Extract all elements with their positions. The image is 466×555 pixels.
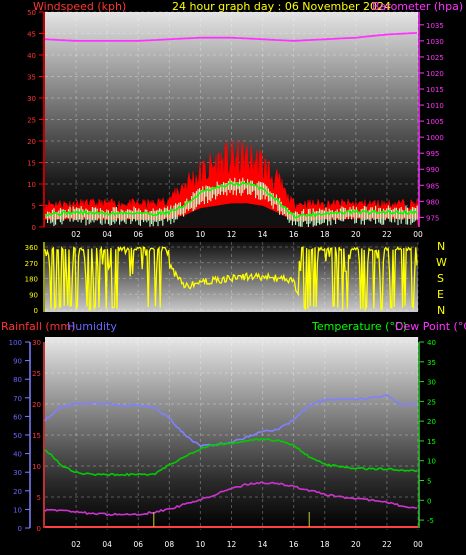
humidity-y-tick-label: 0 — [18, 525, 22, 533]
humidity-y-tick-label: 10 — [13, 506, 22, 514]
wind-x-tick-label: 12 — [227, 230, 237, 239]
humidity-y-tick-label: 30 — [13, 469, 22, 477]
wind-x-tick-label: 18 — [320, 230, 330, 239]
rainfall-y-tick-label: 30 — [32, 339, 41, 347]
wind-y-tick-label: 10 — [27, 181, 36, 189]
barometer-y-tick-label: 1030 — [426, 38, 444, 46]
rainfall-y-tick-label: 5 — [37, 494, 41, 502]
barometer-y-tick-label: 995 — [426, 150, 439, 158]
wind-x-tick-label: 00 — [413, 230, 423, 239]
temperature-y-tick-label: 15 — [427, 438, 436, 446]
temp-x-tick-label: 14 — [258, 540, 268, 549]
compass-w: W — [436, 256, 447, 269]
temperature-y-tick-label: 20 — [427, 418, 436, 426]
rainfall-y-tick-label: 0 — [37, 525, 41, 533]
wind-y-tick-label: 30 — [27, 95, 36, 103]
wind-y-tick-label: 40 — [27, 52, 36, 60]
temperature-y-tick-label: 30 — [427, 379, 436, 387]
barometer-y-tick-label: 985 — [426, 182, 439, 190]
wind-x-tick-label: 16 — [289, 230, 299, 239]
temperature-y-tick-label: 10 — [427, 458, 436, 466]
temperature-axis-label: Temperature (°C) — [311, 320, 407, 333]
rainfall-y-tick-label: 15 — [32, 432, 41, 440]
barometer-y-tick-label: 1035 — [426, 22, 444, 30]
temperature-y-tick-label: 25 — [427, 398, 436, 406]
barometer-axis-label: Barometer (hpa) — [372, 0, 463, 13]
temperature-y-tick-label: 35 — [427, 359, 436, 367]
temperature-y-tick-label: 5 — [427, 478, 431, 486]
wind-y-tick-label: 15 — [27, 160, 36, 168]
temp-x-tick-label: 20 — [351, 540, 361, 549]
weather-graph: Windspeed (kph) 24 hour graph day : 06 N… — [1, 0, 466, 549]
wind-x-tick-label: 10 — [196, 230, 206, 239]
barometer-y-tick-label: 1025 — [426, 54, 444, 62]
barometer-y-tick-label: 1020 — [426, 70, 444, 78]
wind-x-tick-label: 04 — [102, 230, 112, 239]
wind-x-tick-label: 20 — [351, 230, 361, 239]
chart-title: 24 hour graph day : 06 November 2024 — [172, 0, 391, 13]
humidity-y-tick-label: 40 — [13, 451, 22, 459]
barometer-y-tick-label: 1000 — [426, 134, 444, 142]
humidity-axis-label: Humidity — [67, 320, 117, 333]
humidity-y-tick-label: 100 — [9, 339, 22, 347]
wind-y-tick-label: 25 — [27, 117, 36, 125]
rainfall-y-tick-label: 20 — [32, 401, 41, 409]
compass-n-top: N — [437, 240, 445, 253]
wind-y-tick-label: 45 — [27, 31, 36, 39]
wind-x-tick-label: 14 — [258, 230, 268, 239]
direction-y-tick-label: 90 — [29, 291, 38, 299]
temperature-y-tick-label: -5 — [427, 517, 434, 525]
barometer-y-tick-label: 980 — [426, 198, 439, 206]
rainfall-y-tick-label: 25 — [32, 370, 41, 378]
temp-x-tick-label: 00 — [413, 540, 423, 549]
humidity-y-tick-label: 20 — [13, 488, 22, 496]
rainfall-y-tick-label: 10 — [32, 463, 41, 471]
wind-y-tick-label: 5 — [32, 203, 36, 211]
humidity-y-tick-label: 70 — [13, 395, 22, 403]
humidity-y-tick-label: 80 — [13, 376, 22, 384]
wind-x-tick-label: 08 — [165, 230, 175, 239]
barometer-y-tick-label: 975 — [426, 214, 439, 222]
humidity-y-tick-label: 90 — [13, 358, 22, 366]
barometer-y-tick-label: 990 — [426, 166, 439, 174]
wind-x-tick-label: 06 — [133, 230, 143, 239]
wind-y-tick-label: 35 — [27, 74, 36, 82]
temp-x-tick-label: 18 — [320, 540, 330, 549]
wind-y-tick-label: 20 — [27, 138, 36, 146]
direction-y-tick-label: 270 — [25, 260, 38, 268]
compass-n-bottom: N — [437, 304, 445, 317]
wind-y-tick-label: 50 — [27, 9, 36, 17]
temperature-y-tick-label: 0 — [427, 497, 431, 505]
direction-y-tick-label: 360 — [25, 244, 38, 252]
compass-s: S — [437, 272, 444, 285]
rainfall-axis-label: Rainfall (mm) — [1, 320, 75, 333]
wind-y-tick-label: 0 — [32, 224, 36, 232]
temp-x-tick-label: 08 — [165, 540, 175, 549]
temp-x-tick-label: 22 — [382, 540, 392, 549]
temp-x-tick-label: 06 — [133, 540, 143, 549]
temp-x-tick-label: 16 — [289, 540, 299, 549]
temp-x-tick-label: 10 — [196, 540, 206, 549]
compass-e: E — [437, 288, 444, 301]
humidity-y-tick-label: 50 — [13, 432, 22, 440]
wind-axis-label: Windspeed (kph) — [33, 0, 126, 13]
wind-x-tick-label: 02 — [71, 230, 81, 239]
dewpoint-axis-label: Dew Point (°C) — [395, 320, 466, 333]
temp-x-tick-label: 12 — [227, 540, 237, 549]
humidity-y-tick-label: 60 — [13, 413, 22, 421]
barometer-y-tick-label: 1005 — [426, 118, 444, 126]
temperature-y-tick-label: 40 — [427, 339, 436, 347]
direction-y-tick-label: 0 — [34, 307, 38, 315]
direction-y-tick-label: 180 — [25, 276, 38, 284]
temp-x-tick-label: 02 — [71, 540, 81, 549]
barometer-y-tick-label: 1010 — [426, 102, 444, 110]
temp-x-tick-label: 04 — [102, 540, 112, 549]
barometer-y-tick-label: 1015 — [426, 86, 444, 94]
wind-x-tick-label: 22 — [382, 230, 392, 239]
